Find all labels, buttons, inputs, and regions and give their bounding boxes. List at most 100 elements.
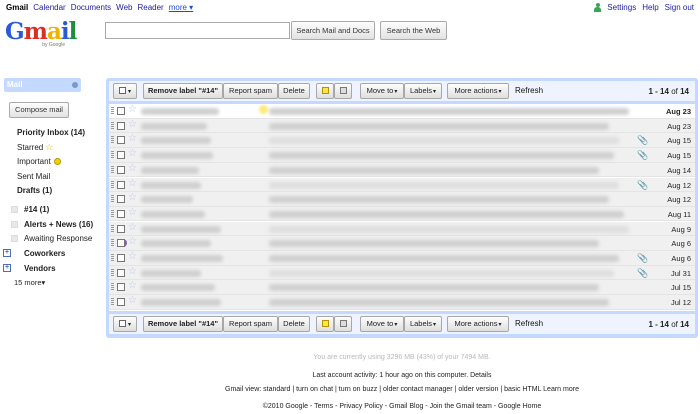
drag-handle-icon[interactable]	[111, 121, 114, 130]
drag-handle-icon[interactable]	[111, 283, 114, 292]
drag-handle-icon[interactable]	[111, 209, 114, 218]
nav-calendar[interactable]: Calendar	[33, 3, 65, 12]
label-alerts-news[interactable]: Alerts + News (16)	[24, 220, 93, 229]
label-vendors[interactable]: Vendors	[24, 264, 56, 273]
label-color-icon[interactable]	[11, 206, 18, 213]
nav-web[interactable]: Web	[116, 3, 132, 12]
drag-handle-icon[interactable]	[111, 268, 114, 277]
labels-button[interactable]: Labels▾	[404, 316, 442, 332]
report-spam-button[interactable]: Report spam	[223, 83, 278, 99]
nav-reader[interactable]: Reader	[137, 3, 163, 12]
row-checkbox[interactable]	[117, 195, 125, 204]
drag-handle-icon[interactable]	[111, 239, 114, 248]
mark-important-button[interactable]	[316, 316, 334, 332]
refresh-link[interactable]: Refresh	[515, 86, 543, 95]
mark-not-important-button[interactable]	[334, 83, 352, 99]
drag-handle-icon[interactable]	[111, 298, 114, 307]
move-to-button[interactable]: Move to▾	[360, 83, 404, 99]
help-link[interactable]: Help	[642, 3, 658, 12]
drag-handle-icon[interactable]	[111, 151, 114, 160]
drag-handle-icon[interactable]	[111, 165, 114, 174]
drag-handle-icon[interactable]	[111, 195, 114, 204]
sidebar-item-important[interactable]: Important	[17, 157, 61, 166]
star-icon[interactable]: ☆	[128, 295, 137, 306]
sidebar-item-sent-mail[interactable]: Sent Mail	[17, 172, 50, 181]
table-row[interactable]: ☆ Aug 23	[109, 118, 695, 134]
sign-out-link[interactable]: Sign out	[665, 3, 694, 12]
drag-handle-icon[interactable]	[111, 224, 114, 233]
expand-plus-icon[interactable]: +	[3, 249, 11, 257]
select-dropdown[interactable]: ▾	[113, 83, 137, 99]
more-actions-button[interactable]: More actions▾	[447, 83, 509, 99]
table-row[interactable]: ☆ Aug 6	[109, 236, 695, 251]
nav-more[interactable]: more ▾	[169, 3, 193, 12]
expand-plus-icon[interactable]: +	[3, 264, 11, 272]
label-awaiting-response[interactable]: Awaiting Response	[24, 234, 92, 243]
sidebar-item-starred[interactable]: Starred ☆	[17, 142, 53, 153]
star-icon[interactable]: ☆	[128, 266, 137, 277]
select-dropdown[interactable]: ▾	[113, 316, 137, 332]
row-checkbox[interactable]	[117, 283, 125, 292]
table-row[interactable]: ☆ 📎 Aug 15	[109, 133, 695, 148]
row-checkbox[interactable]	[117, 107, 125, 115]
label-color-icon[interactable]	[11, 235, 18, 242]
delete-button[interactable]: Delete	[278, 316, 310, 332]
nav-documents[interactable]: Documents	[71, 3, 111, 12]
star-icon[interactable]: ☆	[128, 133, 137, 144]
mark-not-important-button[interactable]	[334, 316, 352, 332]
mail-tab[interactable]: Mail	[4, 78, 81, 92]
table-row[interactable]: ☆ Aug 23	[109, 104, 695, 119]
drag-handle-icon[interactable]	[111, 180, 114, 189]
move-to-button[interactable]: Move to▾	[360, 316, 404, 332]
search-input[interactable]	[105, 22, 290, 39]
row-checkbox[interactable]	[117, 224, 125, 233]
star-icon[interactable]: ☆	[128, 104, 137, 115]
more-labels-link[interactable]: 15 more▾	[14, 278, 45, 287]
search-mail-button[interactable]: Search Mail and Docs	[291, 21, 375, 40]
remove-label-button[interactable]: Remove label "#14"	[143, 316, 223, 332]
star-icon[interactable]: ☆	[128, 148, 137, 159]
star-icon[interactable]: ☆	[128, 163, 137, 174]
mark-important-button[interactable]	[316, 83, 334, 99]
star-icon[interactable]: ☆	[128, 280, 137, 291]
nav-gmail[interactable]: Gmail	[6, 3, 28, 12]
gmail-view-links[interactable]: Gmail view: standard | turn on chat | tu…	[106, 386, 698, 393]
delete-button[interactable]: Delete	[278, 83, 310, 99]
table-row[interactable]: ☆ Aug 12	[109, 192, 695, 207]
star-icon[interactable]: ☆	[128, 119, 137, 130]
row-checkbox[interactable]	[117, 180, 125, 189]
label-coworkers[interactable]: Coworkers	[24, 249, 65, 258]
remove-label-button[interactable]: Remove label "#14"	[143, 83, 223, 99]
row-checkbox[interactable]	[117, 298, 125, 307]
row-checkbox[interactable]	[117, 268, 125, 277]
star-icon[interactable]: ☆	[128, 251, 137, 262]
star-icon[interactable]: ☆	[128, 207, 137, 218]
search-web-button[interactable]: Search the Web	[380, 21, 447, 40]
more-actions-button[interactable]: More actions▾	[447, 316, 509, 332]
row-checkbox[interactable]	[117, 121, 125, 130]
table-row[interactable]: ☆ Jul 12	[109, 295, 695, 310]
table-row[interactable]: ☆ Jul 15	[109, 280, 695, 295]
table-row[interactable]: ☆ 📎 Aug 6	[109, 251, 695, 266]
star-icon[interactable]: ☆	[128, 236, 137, 247]
row-checkbox[interactable]	[117, 209, 125, 218]
sidebar-item-priority-inbox[interactable]: Priority Inbox (14)	[17, 128, 85, 137]
row-checkbox[interactable]	[117, 165, 125, 174]
table-row[interactable]: ☆ 📎 Aug 15	[109, 148, 695, 163]
row-checkbox[interactable]	[117, 254, 125, 262]
label-14[interactable]: #14 (1)	[24, 205, 49, 214]
star-icon[interactable]: ☆	[128, 192, 137, 203]
star-icon[interactable]: ☆	[128, 222, 137, 233]
table-row[interactable]: ☆ Aug 14	[109, 162, 695, 178]
table-row[interactable]: ☆ 📎 Jul 31	[109, 265, 695, 281]
table-row[interactable]: ☆ 📎 Aug 12	[109, 177, 695, 192]
row-checkbox[interactable]	[117, 151, 125, 160]
star-icon[interactable]: ☆	[128, 178, 137, 189]
copyright-links[interactable]: ©2010 Google - Terms - Privacy Policy - …	[106, 403, 698, 410]
labels-button[interactable]: Labels▾	[404, 83, 442, 99]
table-row[interactable]: ☆ Aug 11	[109, 206, 695, 222]
sidebar-item-drafts[interactable]: Drafts (1)	[17, 186, 52, 195]
row-checkbox[interactable]	[117, 239, 125, 248]
gmail-logo[interactable]: Gmail by Google	[5, 20, 77, 50]
table-row[interactable]: ☆ Aug 9	[109, 221, 695, 237]
